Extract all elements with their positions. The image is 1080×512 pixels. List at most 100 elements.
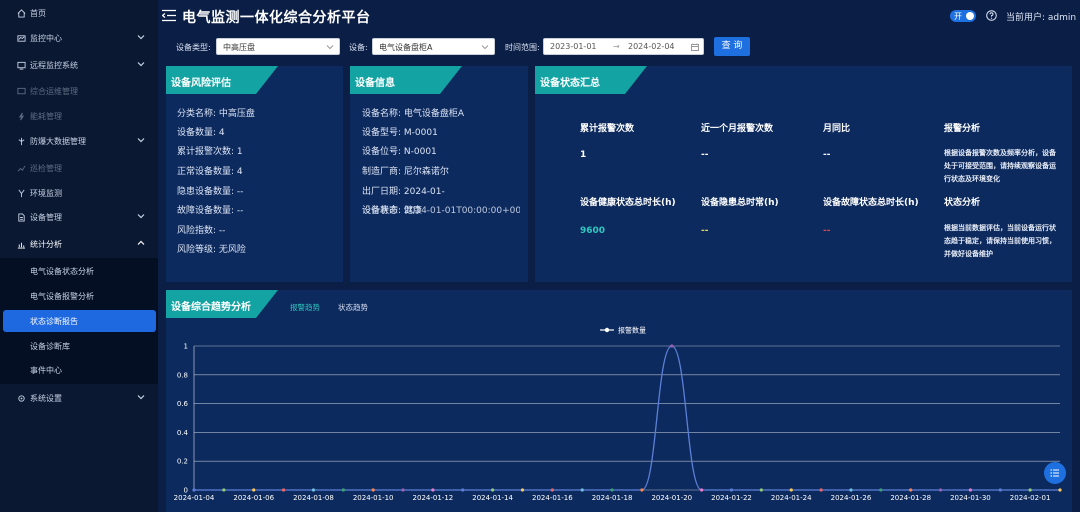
top-header: 电气监测一体化综合分析平台 开 当前用户: admin [158,0,1080,32]
device-name: 设备名称: 电气设备盘柜A [362,109,465,119]
stat-hazard-hours-value: -- [701,226,709,236]
sidebar-item-monitor-center[interactable]: 监控中心 [0,27,158,49]
x-tick-label: 2024-01-12 [413,494,454,502]
status-summary-panel: 设备状态汇总 累计报警次数 近一个月报警次数 月同比 报警分析 1 -- -- … [535,66,1072,282]
sidebar-item-label: 电气设备报警分析 [30,291,94,301]
x-tick-label: 2024-01-28 [890,494,931,502]
sidebar-subitem-status-analysis[interactable]: 电气设备状态分析 [0,260,158,282]
data-point [580,488,584,492]
sidebar-subitem-diagnosis-report[interactable]: 状态诊断报告 [3,310,156,332]
stat-total-alarms-label: 累计报警次数 [580,124,635,134]
x-tick-label: 2024-01-14 [472,494,513,502]
data-point [879,488,883,492]
sidebar-subitem-diagnosis-library[interactable]: 设备诊断库 [0,335,158,357]
panel-title: 设备状态汇总 [540,78,600,89]
status-analysis-text: 根据当前数据评估，当前设备运行状态趋于稳定，请保持当前使用习惯，并做好设备维护 [944,224,1056,258]
sidebar-item-label: 电气设备状态分析 [30,266,94,276]
current-user: 当前用户: admin [1006,13,1077,23]
legend-marker [604,327,610,333]
sidebar-item-label: 统计分析 [30,239,62,249]
alarm-analysis-text: 根据设备报警次数及频率分析，设备处于可接受范围，请持续观察设备运行状态及环境变化 [944,149,1056,183]
device-type-label: 设备类型: [176,43,211,52]
device-select[interactable]: 电气设备盘柜A [372,38,495,55]
date-range-picker[interactable]: 2023-01-01 → 2024-02-04 [543,38,704,55]
chevron-down-icon [137,62,145,67]
device-type-select[interactable]: 中高压盘 [216,38,340,55]
data-point [281,488,286,492]
panel-title: 设备风险评估 [171,78,231,89]
sidebar-item-ops[interactable]: 综合运维管理 [0,80,158,102]
device-production-date: 出厂日期: 2024-01- [362,187,445,197]
y-tick-label: 0.8 [177,371,188,379]
sidebar-item-bigdata[interactable]: 防爆大数据管理 [0,130,158,152]
risk-alarm-count: 累计报警次数: 1 [177,147,243,157]
menu-fold-icon[interactable] [162,9,176,22]
energy-icon [16,111,26,121]
y-tick-label: 1 [184,343,188,351]
x-tick-label: 2024-01-30 [950,494,991,502]
toggle-switch[interactable]: 开 [950,10,976,22]
sidebar-item-label: 系统设置 [30,393,62,403]
data-point [759,488,763,492]
sidebar-item-home[interactable]: 首页 [0,2,158,24]
query-button[interactable]: 查 询 [714,37,750,56]
risk-fault-count: 故障设备数量: -- [177,206,244,216]
series-line [193,345,1060,491]
data-point [909,488,913,492]
chevron-down-icon [137,214,145,219]
stat-mom-label: 月同比 [823,124,851,134]
stat-healthy-hours-value: 9600 [580,226,606,236]
settings-icon [16,393,26,403]
chevron-down-icon [326,45,334,50]
data-point [401,488,405,492]
remote-icon [16,60,26,70]
sidebar-item-label: 巡检管理 [30,163,62,173]
calendar-icon [691,43,699,51]
data-point [520,488,525,492]
device-manufacturer: 制造厂商: 尼尔森诺尔 [362,167,449,177]
data-point [371,488,375,492]
tab-status-trend[interactable]: 状态趋势 [338,302,368,313]
tab-alarm-trend[interactable]: 报警趋势 [290,302,320,313]
device-model: 设备型号: M-0001 [362,128,438,138]
data-point [789,488,793,492]
x-tick-label: 2024-01-16 [532,494,573,502]
risk-category: 分类名称: 中高压盘 [177,109,255,119]
x-tick-label: 2024-01-08 [293,494,334,502]
app-title: 电气监测一体化综合分析平台 [182,10,371,26]
stat-month-alarms-value: -- [701,150,709,160]
help-icon[interactable] [986,10,997,21]
x-tick-label: 2024-02-01 [1010,494,1051,502]
floating-menu-button[interactable] [1044,462,1066,484]
sidebar-item-device-mgmt[interactable]: 设备管理 [0,206,158,228]
x-tick-label: 2024-01-18 [592,494,633,502]
data-point [729,488,734,492]
sidebar-item-remote-monitor[interactable]: 远程监控系统 [0,54,158,76]
chevron-up-icon [137,240,145,245]
data-point [610,488,614,492]
panel-title: 设备信息 [355,78,395,89]
screen-icon [16,86,26,96]
data-point [311,488,316,492]
switch-knob [966,12,974,20]
filter-bar: 设备类型: 中高压盘 设备: 电气设备盘柜A 时间范围: 2023-01-01 … [166,34,1072,60]
sidebar-item-label: 环境监测 [30,188,62,198]
risk-normal-count: 正常设备数量: 4 [177,167,243,177]
data-point [849,488,853,492]
sidebar-subitem-event-center[interactable]: 事件中心 [0,359,158,381]
device-info-panel: 设备信息 设备名称: 电气设备盘柜A 设备型号: M-0001 设备位号: N-… [350,66,528,282]
sidebar-item-label: 远程监控系统 [30,60,78,70]
sidebar-item-energy[interactable]: 能耗管理 [0,105,158,127]
sidebar-item-statistics[interactable]: 统计分析 [0,233,158,255]
sidebar-item-inspection[interactable]: 巡检管理 [0,157,158,179]
data-point [550,488,554,492]
sidebar-item-label: 事件中心 [30,365,62,375]
sidebar-item-system-settings[interactable]: 系统设置 [0,387,158,409]
data-point [938,488,943,492]
sidebar-item-environment[interactable]: 环境监测 [0,182,158,204]
sidebar-item-label: 状态诊断报告 [30,316,78,326]
device-icon [16,212,26,222]
sidebar-subitem-alarm-analysis[interactable]: 电气设备报警分析 [0,285,158,307]
legend-label: 报警数量 [618,326,646,335]
data-point [222,488,226,492]
